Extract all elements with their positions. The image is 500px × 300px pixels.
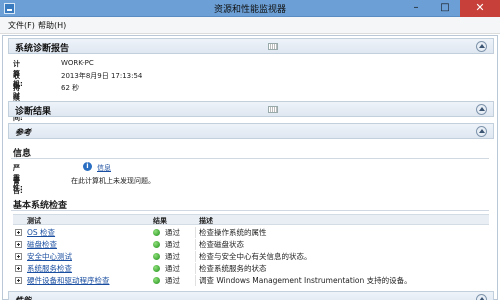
section-title: 诊断结果 bbox=[15, 107, 52, 117]
field-value: 2013年8月9日 17:13:54 bbox=[61, 72, 143, 80]
test-link[interactable]: OS 检查 bbox=[27, 227, 55, 238]
collapse-icon[interactable] bbox=[476, 104, 487, 115]
description-text: 调查 Windows Management Instrumentation 支持… bbox=[199, 276, 412, 285]
menu-file[interactable]: 文件(F) bbox=[8, 20, 35, 31]
severity-link[interactable]: 信息 bbox=[97, 163, 111, 173]
section-title: 性能 bbox=[15, 295, 31, 300]
expand-icon[interactable] bbox=[15, 277, 22, 284]
pass-icon bbox=[153, 229, 160, 236]
column-header-test[interactable]: 测试 bbox=[27, 216, 41, 226]
table-row: 硬件设备和驱动程序检查 通过 调查 Windows Management Ins… bbox=[13, 275, 489, 286]
collapse-icon[interactable] bbox=[476, 294, 487, 300]
table-header: 测试 结果 描述 bbox=[13, 214, 489, 225]
info-icon: i bbox=[83, 162, 92, 171]
collapse-icon[interactable] bbox=[476, 126, 487, 137]
title-bar: 资源和性能监视器 – □ ✕ bbox=[0, 0, 500, 17]
section-header-performance[interactable]: 性能 bbox=[8, 291, 494, 300]
result-text: 通过 bbox=[165, 276, 180, 285]
expand-icon[interactable] bbox=[15, 241, 22, 248]
section-header-report[interactable]: 系统诊断报告 bbox=[8, 38, 494, 54]
divider bbox=[195, 251, 196, 262]
close-button[interactable]: ✕ bbox=[460, 0, 500, 17]
result-text: 通过 bbox=[165, 240, 180, 249]
pass-icon bbox=[153, 265, 160, 272]
field-label: 警告: bbox=[13, 177, 23, 195]
divider bbox=[195, 227, 196, 238]
description-text: 检查磁盘状态 bbox=[199, 240, 244, 249]
expand-icon[interactable] bbox=[15, 253, 22, 260]
section-header-diagnostics[interactable]: 诊断结果 bbox=[8, 101, 494, 117]
field-value: 在此计算机上未发现问题。 bbox=[71, 177, 155, 185]
divider bbox=[195, 263, 196, 274]
menu-help[interactable]: 帮助(H) bbox=[38, 20, 66, 31]
pass-icon bbox=[153, 241, 160, 248]
divider bbox=[195, 239, 196, 250]
table-row: 磁盘检查 通过 检查磁盘状态 bbox=[13, 239, 489, 250]
column-header-result[interactable]: 结果 bbox=[153, 216, 167, 226]
section-header-reference[interactable]: 参考 bbox=[8, 123, 494, 139]
section-title: 系统诊断报告 bbox=[15, 44, 70, 54]
test-link[interactable]: 硬件设备和驱动程序检查 bbox=[27, 275, 110, 286]
divider bbox=[195, 275, 196, 286]
grip-icon bbox=[268, 106, 278, 113]
table-row: 系统服务检查 通过 检查系统服务的状态 bbox=[13, 263, 489, 274]
description-text: 检查系统服务的状态 bbox=[199, 264, 267, 273]
divider bbox=[11, 158, 489, 159]
description-text: 检查与安全中心有关信息的状态。 bbox=[199, 252, 312, 261]
field-value: 62 秒 bbox=[61, 84, 80, 92]
grip-icon bbox=[268, 43, 278, 50]
table-row: OS 检查 通过 检查操作系统的属性 bbox=[13, 227, 489, 238]
field-value: WORK-PC bbox=[61, 59, 94, 67]
maximize-button[interactable]: □ bbox=[432, 0, 458, 17]
section-title: 参考 bbox=[15, 128, 31, 137]
result-text: 通过 bbox=[165, 252, 180, 261]
divider bbox=[11, 210, 489, 211]
pass-icon bbox=[153, 253, 160, 260]
expand-icon[interactable] bbox=[15, 265, 22, 272]
result-text: 通过 bbox=[165, 264, 180, 273]
collapse-icon[interactable] bbox=[476, 41, 487, 52]
menu-bar: 文件(F) 帮助(H) bbox=[0, 17, 500, 34]
test-link[interactable]: 安全中心测试 bbox=[27, 251, 72, 262]
expand-icon[interactable] bbox=[15, 229, 22, 236]
table-row: 安全中心测试 通过 检查与安全中心有关信息的状态。 bbox=[13, 251, 489, 262]
pass-icon bbox=[153, 277, 160, 284]
description-text: 检查操作系统的属性 bbox=[199, 228, 267, 237]
test-link[interactable]: 磁盘检查 bbox=[27, 239, 57, 250]
test-link[interactable]: 系统服务检查 bbox=[27, 263, 72, 274]
report-frame: 系统诊断报告 计算机: WORK-PC 收集时间: 2013年8月9日 17:1… bbox=[2, 35, 498, 300]
minimize-button[interactable]: – bbox=[403, 0, 429, 17]
result-text: 通过 bbox=[165, 228, 180, 237]
column-header-desc[interactable]: 描述 bbox=[199, 216, 213, 226]
